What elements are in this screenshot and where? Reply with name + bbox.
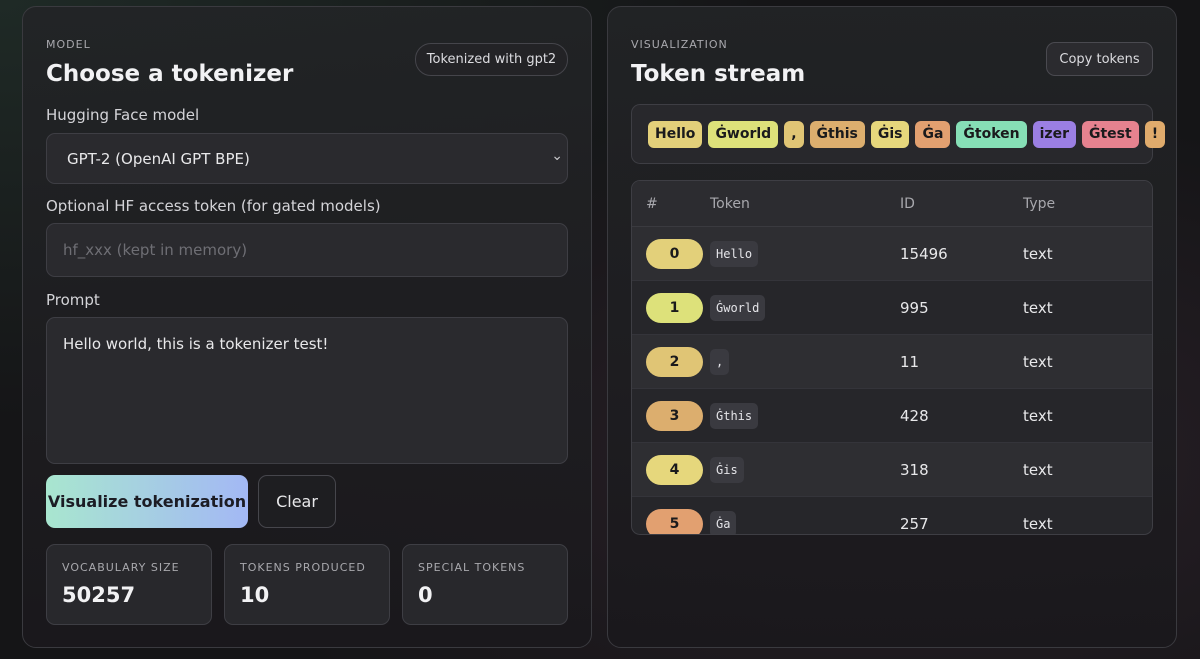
- tokenized-with-badge: Tokenized with gpt2: [415, 43, 568, 76]
- token-id: 318: [900, 460, 929, 479]
- token-type: text: [1023, 298, 1053, 317]
- stat-label: VOCABULARY SIZE: [62, 561, 180, 574]
- stat-label: SPECIAL TOKENS: [418, 561, 526, 574]
- prompt-label: Prompt: [46, 291, 100, 309]
- column-header-token: Token: [710, 195, 750, 212]
- stat-special-tokens: SPECIAL TOKENS 0: [402, 544, 568, 625]
- token-id: 257: [900, 514, 929, 533]
- token-text: Ġthis: [710, 402, 759, 429]
- token-chip: Ġtest: [1081, 120, 1139, 148]
- stat-tokens-produced: TOKENS PRODUCED 10: [224, 544, 390, 625]
- table-header: # Token ID Type: [632, 181, 1152, 227]
- table-row: 3 Ġthis 428 text: [632, 389, 1152, 443]
- token-type: text: [1023, 406, 1053, 425]
- visualization-panel-title: Token stream: [631, 61, 806, 87]
- token-index-pill: 4: [646, 454, 703, 485]
- token-id: 15496: [900, 244, 948, 263]
- column-header-type: Type: [1023, 195, 1056, 212]
- table-row: 0 Hello 15496 text: [632, 227, 1152, 281]
- visualization-panel: VISUALIZATION Token stream Copy tokens H…: [607, 6, 1177, 648]
- token-text: Hello: [710, 240, 759, 267]
- token-chip: Ġworld: [708, 120, 779, 148]
- token-id: 11: [900, 352, 920, 371]
- table-row: 4 Ġis 318 text: [632, 443, 1152, 497]
- token-chip: !: [1144, 120, 1166, 148]
- token-chip: ,: [784, 120, 804, 148]
- hf-model-label: Hugging Face model: [46, 106, 200, 124]
- table-row: 1 Ġworld 995 text: [632, 281, 1152, 335]
- table-row: 2 , 11 text: [632, 335, 1152, 389]
- token-type: text: [1023, 244, 1053, 263]
- token-id: 995: [900, 298, 929, 317]
- stat-value: 10: [240, 583, 270, 607]
- token-chip: Ġtoken: [956, 120, 1027, 148]
- token-text: Ġa: [710, 510, 737, 534]
- table-body: 0 Hello 15496 text 1 Ġworld 995 text 2 ,…: [632, 227, 1152, 534]
- visualize-tokenization-button[interactable]: Visualize tokenization: [46, 475, 248, 528]
- stat-vocabulary-size: VOCABULARY SIZE 50257: [46, 544, 212, 625]
- token-type: text: [1023, 460, 1053, 479]
- prompt-textarea[interactable]: [46, 317, 568, 464]
- token-type: text: [1023, 514, 1053, 533]
- token-text: Ġworld: [710, 294, 766, 321]
- column-header-id: ID: [900, 195, 915, 212]
- token-table[interactable]: # Token ID Type 0 Hello 15496 text 1 Ġwo…: [631, 180, 1153, 535]
- token-stream: Hello Ġworld , Ġthis Ġis Ġa Ġtoken izer …: [631, 104, 1166, 164]
- hf-model-select[interactable]: GPT-2 (OpenAI GPT BPE) ⌄: [46, 133, 568, 184]
- stat-label: TOKENS PRODUCED: [240, 561, 366, 574]
- visualization-eyebrow: VISUALIZATION: [631, 38, 728, 51]
- token-chip: Ġthis: [809, 120, 865, 148]
- model-panel-title: Choose a tokenizer: [46, 61, 294, 87]
- token-chip: Hello: [648, 120, 703, 148]
- token-index-pill: 0: [646, 238, 703, 269]
- stat-value: 50257: [62, 583, 136, 607]
- token-text: Ġis: [710, 456, 744, 483]
- table-row: 5 Ġa 257 text: [632, 497, 1152, 534]
- token-chip: izer: [1032, 120, 1076, 148]
- model-panel: MODEL Choose a tokenizer Tokenized with …: [22, 6, 592, 648]
- chevron-down-icon: ⌄: [551, 148, 563, 164]
- stat-value: 0: [418, 583, 433, 607]
- hf-token-label: Optional HF access token (for gated mode…: [46, 197, 381, 215]
- token-id: 428: [900, 406, 929, 425]
- token-index-pill: 2: [646, 346, 703, 377]
- hf-model-selected-value: GPT-2 (OpenAI GPT BPE): [67, 149, 250, 168]
- token-type: text: [1023, 352, 1053, 371]
- token-chip: Ġis: [870, 120, 910, 148]
- token-chip: Ġa: [915, 120, 951, 148]
- clear-button[interactable]: Clear: [258, 475, 336, 528]
- hf-token-input[interactable]: [46, 223, 568, 277]
- copy-tokens-button[interactable]: Copy tokens: [1046, 42, 1153, 76]
- token-index-pill: 1: [646, 292, 703, 323]
- token-index-pill: 5: [646, 508, 703, 534]
- model-eyebrow: MODEL: [46, 38, 91, 51]
- token-index-pill: 3: [646, 400, 703, 431]
- column-header-index: #: [646, 195, 658, 212]
- token-text: ,: [710, 348, 730, 375]
